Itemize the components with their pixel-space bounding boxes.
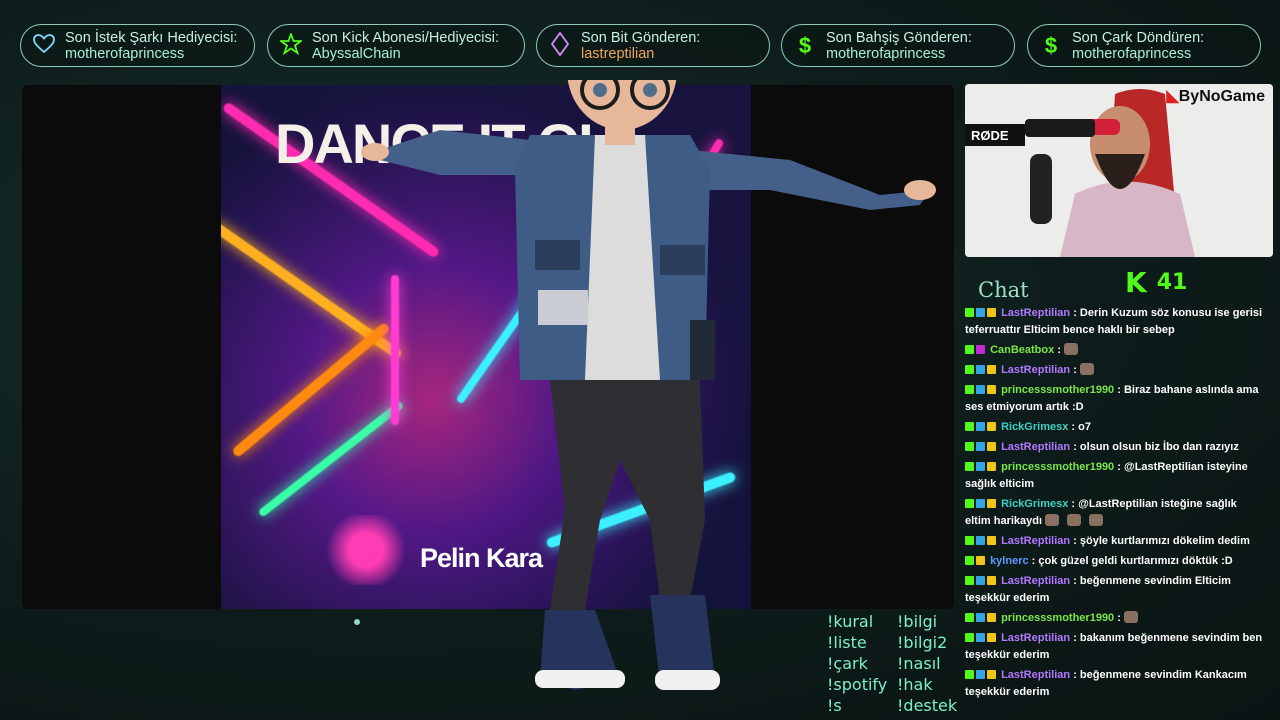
chat-text: : — [1073, 364, 1077, 376]
chat-username[interactable]: RickGrimesx — [1001, 498, 1068, 510]
badge-label: Son Bit Gönderen: — [581, 29, 701, 46]
chat-panel: LastReptilian : Derin Kuzum söz konusu i… — [965, 305, 1265, 715]
chat-username[interactable]: princesssmother1990 — [1001, 461, 1114, 473]
emote-icon — [1064, 343, 1079, 355]
diamond-icon — [547, 31, 573, 59]
chat-username[interactable]: LastReptilian — [1001, 669, 1070, 681]
last-tip-sender-badge: $ Son Bahşiş Gönderen: motherofaprincess — [781, 24, 1015, 67]
command-item: !hak — [897, 675, 933, 694]
badge-value: lastreptilian — [581, 45, 655, 62]
chat-commands-list: !kural !bilgi !liste !bilgi2 !çark !nası… — [827, 612, 967, 717]
viewer-count-value: 41 — [1156, 270, 1188, 295]
emote-icon — [1089, 514, 1104, 526]
command-item: !bilgi2 — [897, 633, 948, 652]
chat-message: kylnerc : çok güzel geldi kurtlarımızı d… — [965, 553, 1265, 570]
chat-text: : — [1057, 344, 1061, 356]
webcam-image — [965, 84, 1273, 257]
chat-message: princesssmother1990 : Biraz bahane aslın… — [965, 382, 1265, 416]
chat-message: LastReptilian : beğenmene sevindim Kanka… — [965, 667, 1265, 701]
chat-message: LastReptilian : bakanım beğenmene sevind… — [965, 630, 1265, 664]
chat-username[interactable]: LastReptilian — [1001, 575, 1070, 587]
command-item: !s — [827, 696, 842, 715]
chat-heading: Chat — [978, 278, 1029, 302]
chat-username[interactable]: LastReptilian — [1001, 535, 1070, 547]
command-item: !çark — [827, 654, 868, 673]
chat-message: princesssmother1990 : @LastReptilian ist… — [965, 459, 1265, 493]
command-item: !liste — [827, 633, 867, 652]
chat-username[interactable]: princesssmother1990 — [1001, 384, 1114, 396]
sponsor-logo: ◣ByNoGame — [1166, 88, 1265, 105]
chat-username[interactable]: LastReptilian — [1001, 364, 1070, 376]
sponsor-logo-text: ByNoGame — [1178, 88, 1265, 105]
badge-value: motherofaprincess — [826, 45, 946, 62]
command-item: !bilgi — [897, 612, 938, 631]
badge-label: Son İstek Şarkı Hediyecisi: — [65, 29, 238, 46]
chat-text: : o7 — [1071, 421, 1091, 433]
command-item: !nasıl — [897, 654, 941, 673]
chat-message: LastReptilian : olsun olsun biz İbo dan … — [965, 439, 1265, 456]
chat-username[interactable]: LastReptilian — [1001, 632, 1070, 644]
chat-message: LastReptilian : beğenmene sevindim Eltic… — [965, 573, 1265, 607]
kick-icon: K — [1125, 266, 1147, 299]
command-item: !destek — [897, 696, 958, 715]
viewer-count: K 41 — [1125, 266, 1187, 299]
last-wheel-spinner-badge: $ Son Çark Döndüren: motherofaprincess — [1027, 24, 1261, 67]
chat-username[interactable]: LastReptilian — [1001, 307, 1070, 319]
dollar-icon: $ — [1044, 32, 1058, 58]
last-kick-subscriber-badge: Son Kick Abonesi/Hediyecisi: AbyssalChai… — [267, 24, 525, 67]
last-song-request-gifter-badge: Son İstek Şarkı Hediyecisi: motherofapri… — [20, 24, 255, 67]
chat-username[interactable]: RickGrimesx — [1001, 421, 1068, 433]
chat-message: LastReptilian : — [965, 362, 1265, 379]
chat-username[interactable]: LastReptilian — [1001, 441, 1070, 453]
chat-text: : şöyle kurtlarımızı dökelim dedim — [1073, 535, 1250, 547]
top-bar: Son İstek Şarkı Hediyecisi: motherofapri… — [20, 24, 1265, 68]
badge-label: Son Kick Abonesi/Hediyecisi: — [312, 29, 499, 46]
chat-message: RickGrimesx : o7 — [965, 419, 1265, 436]
chat-message: princesssmother1990 : — [965, 610, 1265, 627]
chat-message: LastReptilian : şöyle kurtlarımızı dökel… — [965, 533, 1265, 550]
last-bit-sender-badge: Son Bit Gönderen: lastreptilian — [536, 24, 770, 67]
dollar-icon: $ — [798, 32, 812, 58]
heart-icon — [31, 34, 57, 57]
command-item: !kural — [827, 612, 874, 631]
emote-icon — [1067, 514, 1082, 526]
indicator-dot — [354, 619, 360, 625]
star-icon — [278, 31, 304, 58]
chat-message: RickGrimesx : @LastReptilian isteğine sa… — [965, 496, 1265, 530]
badge-value: AbyssalChain — [312, 45, 401, 62]
chat-message: CanBeatbox : — [965, 342, 1265, 359]
chat-message: LastReptilian : Derin Kuzum söz konusu i… — [965, 305, 1265, 339]
badge-value: motherofaprincess — [65, 45, 185, 62]
command-item: !spotify — [827, 675, 888, 694]
emote-icon — [1079, 363, 1094, 375]
microphone-brand: RØDE — [971, 128, 1009, 143]
badge-label: Son Çark Döndüren: — [1072, 29, 1205, 46]
chat-username[interactable]: CanBeatbox — [990, 344, 1054, 356]
chat-username[interactable]: kylnerc — [990, 555, 1029, 567]
webcam-feed: RØDE ◣ByNoGame — [965, 84, 1273, 257]
badge-value: motherofaprincess — [1072, 45, 1192, 62]
emote-icon — [1123, 611, 1138, 623]
badge-label: Son Bahşiş Gönderen: — [826, 29, 972, 46]
chat-text: : olsun olsun biz İbo dan razıyız — [1073, 441, 1239, 453]
chat-text: : — [1117, 612, 1121, 624]
chat-text: : çok güzel geldi kurtlarımızı döktük :D — [1031, 555, 1233, 567]
emote-icon — [1045, 514, 1060, 526]
chat-username[interactable]: princesssmother1990 — [1001, 612, 1114, 624]
